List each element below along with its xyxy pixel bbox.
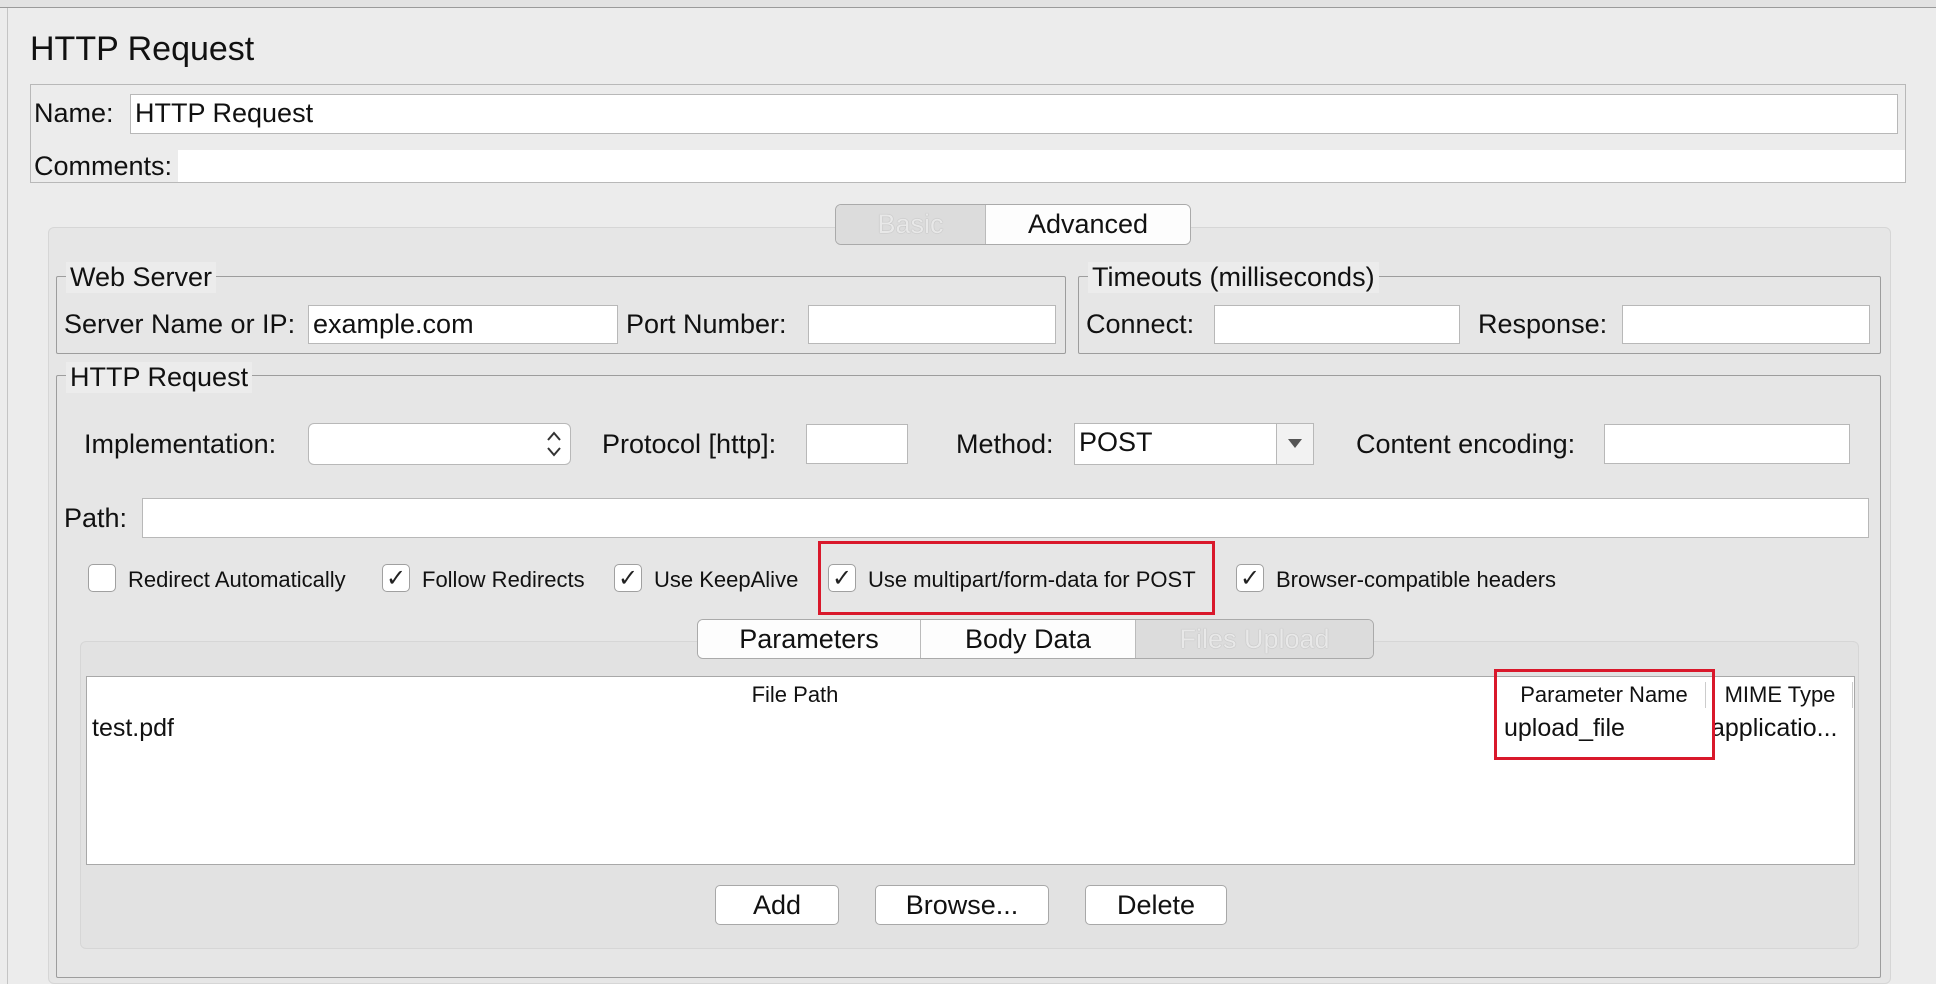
- http-request-legend: HTTP Request: [66, 362, 253, 393]
- follow-redirects-label: Follow Redirects: [422, 567, 585, 592]
- method-label: Method:: [956, 429, 1054, 459]
- column-header-file-path[interactable]: File Path: [88, 682, 1502, 708]
- tab-body-data[interactable]: Body Data: [921, 620, 1136, 658]
- comments-label: Comments:: [34, 151, 173, 181]
- column-divider: [1852, 682, 1853, 708]
- port-number-field[interactable]: [808, 305, 1056, 344]
- browser-compatible-headers-checkbox[interactable]: ✓: [1236, 564, 1264, 592]
- table-cell-file-path[interactable]: test.pdf: [92, 714, 174, 743]
- table-cell-mime-type[interactable]: applicatio...: [1711, 714, 1837, 743]
- tab-advanced[interactable]: Advanced: [986, 205, 1190, 244]
- method-value: POST: [1079, 427, 1153, 457]
- chevron-down-icon: [1288, 439, 1302, 448]
- timeouts-legend: Timeouts (milliseconds): [1088, 262, 1379, 293]
- use-multipart-checkbox[interactable]: ✓: [828, 564, 856, 592]
- use-multipart-label: Use multipart/form-data for POST: [868, 567, 1196, 592]
- window-left-edge: [0, 8, 8, 984]
- tab-parameters[interactable]: Parameters: [698, 620, 921, 658]
- response-label: Response:: [1478, 309, 1608, 339]
- redirect-automatically-checkbox[interactable]: [88, 564, 116, 592]
- implementation-select[interactable]: [308, 423, 571, 465]
- method-dropdown-button[interactable]: [1276, 424, 1313, 464]
- parameter-name-highlight-box: [1494, 669, 1715, 760]
- connect-label: Connect:: [1086, 309, 1195, 339]
- web-server-legend: Web Server: [66, 262, 217, 293]
- response-field[interactable]: [1622, 305, 1870, 344]
- name-label: Name:: [34, 98, 114, 128]
- add-button[interactable]: Add: [715, 885, 839, 925]
- tab-basic[interactable]: Basic: [836, 205, 986, 244]
- connect-field[interactable]: [1214, 305, 1460, 344]
- path-label: Path:: [64, 503, 128, 533]
- name-field[interactable]: HTTP Request: [130, 94, 1898, 134]
- checkmark-icon: ✓: [831, 564, 853, 592]
- protocol-field[interactable]: [806, 424, 908, 464]
- follow-redirects-checkbox[interactable]: ✓: [382, 564, 410, 592]
- comments-field[interactable]: [178, 150, 1905, 182]
- server-name-label: Server Name or IP:: [64, 309, 296, 339]
- protocol-label: Protocol [http]:: [602, 429, 777, 459]
- use-keepalive-checkbox[interactable]: ✓: [614, 564, 642, 592]
- page-title: HTTP Request: [30, 30, 255, 68]
- content-encoding-label: Content encoding:: [1356, 429, 1576, 459]
- window-top-border: [0, 0, 1936, 8]
- browser-compatible-headers-label: Browser-compatible headers: [1276, 567, 1557, 592]
- top-tabbar: Basic Advanced: [835, 204, 1191, 245]
- path-field[interactable]: [142, 498, 1869, 538]
- implementation-label: Implementation:: [84, 429, 277, 459]
- delete-button[interactable]: Delete: [1085, 885, 1227, 925]
- use-keepalive-label: Use KeepAlive: [654, 567, 799, 592]
- port-number-label: Port Number:: [626, 309, 787, 339]
- redirect-automatically-label: Redirect Automatically: [128, 567, 346, 592]
- inner-tabbar: Parameters Body Data Files Upload: [697, 619, 1374, 659]
- server-name-field[interactable]: example.com: [308, 305, 618, 344]
- checkmark-icon: ✓: [617, 564, 639, 592]
- content-encoding-field[interactable]: [1604, 424, 1850, 464]
- checkmark-icon: ✓: [385, 564, 407, 592]
- browse-button[interactable]: Browse...: [875, 885, 1049, 925]
- tab-files-upload[interactable]: Files Upload: [1136, 620, 1373, 658]
- column-header-mime-type[interactable]: MIME Type: [1708, 682, 1852, 708]
- spinner-arrows-icon: [544, 426, 564, 462]
- checkmark-icon: ✓: [1239, 564, 1261, 592]
